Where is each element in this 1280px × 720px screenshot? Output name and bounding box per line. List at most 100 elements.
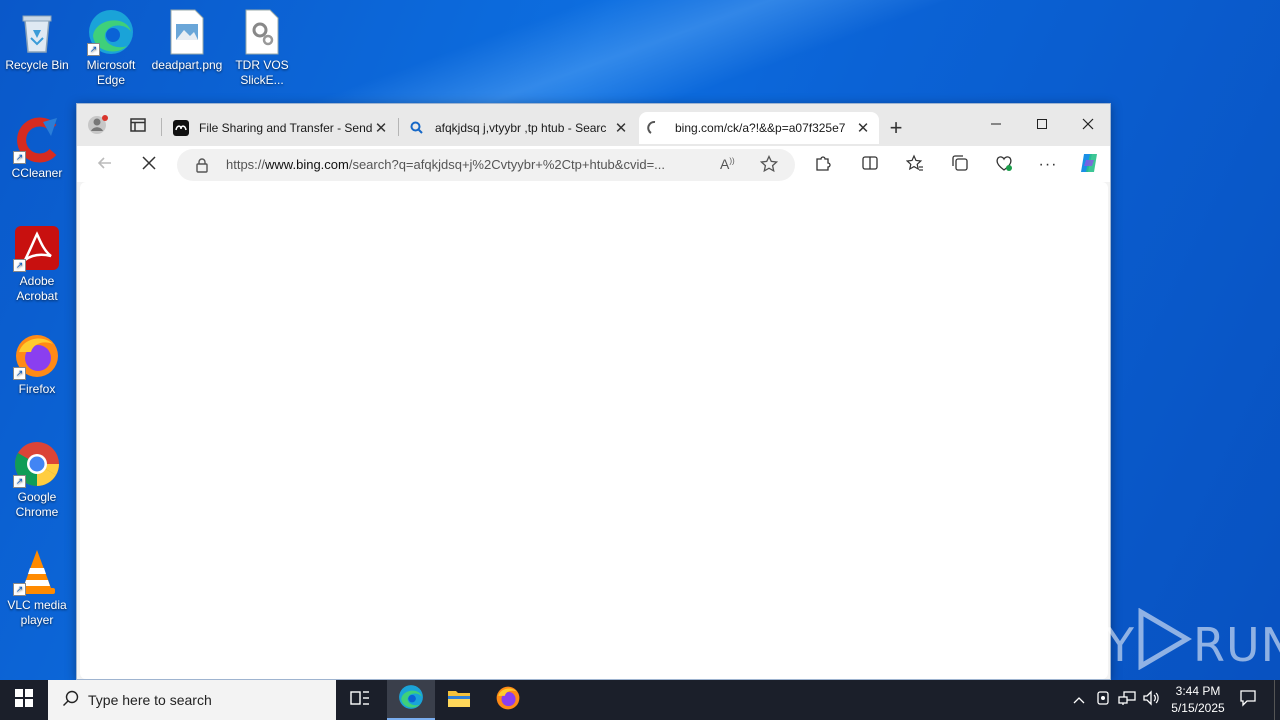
address-bar[interactable]: https://www.bing.com/search?q=afqkjdsq+j… bbox=[177, 149, 795, 181]
image-file-icon bbox=[163, 8, 211, 56]
tab-close-button[interactable]: ✕ bbox=[855, 119, 871, 137]
firefox-icon bbox=[495, 685, 521, 716]
notifications-button[interactable] bbox=[1234, 680, 1262, 720]
firefox-icon: ↗ bbox=[13, 332, 61, 380]
taskbar-edge[interactable] bbox=[387, 680, 435, 720]
tab-title: bing.com/ck/a?!&&p=a07f325e7 bbox=[675, 121, 846, 135]
device-icon bbox=[1096, 690, 1110, 711]
edge-icon: ↗ bbox=[87, 8, 135, 56]
tab-actions-button[interactable] bbox=[123, 112, 153, 142]
desktop-icon-recycle-bin[interactable]: Recycle Bin bbox=[0, 8, 74, 73]
taskbar-clock[interactable]: 3:44 PM 5/15/2025 bbox=[1162, 683, 1234, 717]
watermark-text-right: RUN bbox=[1192, 617, 1280, 672]
tab-bing-search[interactable]: afqkjdsq j,vtyybr ,tp htub - Searc ✕ bbox=[401, 112, 637, 144]
taskbar-file-explorer[interactable] bbox=[435, 680, 483, 720]
tab-title: afqkjdsq j,vtyybr ,tp htub - Searc bbox=[435, 121, 607, 135]
favorites-button[interactable] bbox=[900, 150, 930, 180]
anyrun-watermark: ANY RUN bbox=[1038, 607, 1280, 681]
new-tab-button[interactable]: + bbox=[881, 113, 911, 143]
wetransfer-favicon bbox=[173, 120, 189, 136]
more-dots-icon: ··· bbox=[1038, 156, 1058, 173]
play-triangle-icon bbox=[1135, 607, 1193, 681]
maximize-button[interactable] bbox=[1019, 110, 1065, 140]
tab-actions-icon bbox=[130, 117, 146, 138]
search-icon bbox=[409, 120, 425, 136]
extensions-button[interactable] bbox=[808, 150, 838, 180]
settings-more-button[interactable]: ··· bbox=[1033, 150, 1063, 180]
desktop-icon-adobe-acrobat[interactable]: ↗ Adobe Acrobat bbox=[0, 224, 74, 304]
acrobat-icon: ↗ bbox=[13, 224, 61, 272]
volume-button[interactable] bbox=[1140, 680, 1162, 720]
desktop-icon-google-chrome[interactable]: ↗ Google Chrome bbox=[0, 440, 74, 520]
desktop-icon-label: CCleaner bbox=[11, 166, 63, 180]
heart-pulse-icon bbox=[995, 154, 1013, 177]
profile-icon bbox=[87, 114, 109, 141]
ccleaner-icon: ↗ bbox=[13, 116, 61, 164]
read-aloud-icon[interactable]: A)) bbox=[720, 156, 735, 172]
copilot-button[interactable] bbox=[1074, 150, 1104, 180]
taskbar-search-box[interactable]: Type here to search bbox=[48, 680, 336, 720]
shortcut-arrow-icon: ↗ bbox=[13, 475, 26, 488]
url-path: /search?q=afqkjdsq+j%2Cvtyybr+%2Ctp+htub… bbox=[348, 157, 665, 172]
settings-file-icon bbox=[238, 8, 286, 56]
show-desktop-button[interactable] bbox=[1274, 680, 1280, 720]
tab-bing-ck-active[interactable]: bing.com/ck/a?!&&p=a07f325e7 ✕ bbox=[639, 112, 879, 144]
browser-essentials-button[interactable] bbox=[989, 150, 1019, 180]
desktop-icon-label: deadpart.png bbox=[151, 58, 223, 72]
clock-time: 3:44 PM bbox=[1175, 684, 1221, 698]
taskbar-firefox[interactable] bbox=[484, 680, 532, 720]
edge-browser-window: File Sharing and Transfer - Send L ✕ afq… bbox=[76, 103, 1111, 680]
profile-button[interactable] bbox=[83, 112, 113, 142]
desktop-icon-label: Recycle Bin bbox=[5, 58, 69, 72]
split-screen-button[interactable] bbox=[855, 150, 885, 180]
desktop-icon-vlc[interactable]: ↗ VLC media player bbox=[0, 548, 74, 628]
url-text[interactable]: https://www.bing.com/search?q=afqkjdsq+j… bbox=[226, 157, 706, 172]
tab-close-button[interactable]: ✕ bbox=[373, 119, 389, 137]
desktop-icon-label: Google Chrome bbox=[15, 490, 59, 519]
show-hidden-icons-button[interactable] bbox=[1068, 680, 1090, 720]
task-view-button[interactable] bbox=[336, 680, 384, 720]
desktop-icon-microsoft-edge[interactable]: ↗ Microsoft Edge bbox=[74, 8, 148, 88]
notification-icon bbox=[1239, 689, 1257, 712]
collections-button[interactable] bbox=[945, 150, 975, 180]
tab-close-button[interactable]: ✕ bbox=[613, 119, 629, 137]
desktop-icon-label: VLC media player bbox=[7, 598, 67, 627]
tray-device-icon-button[interactable] bbox=[1092, 680, 1114, 720]
shortcut-arrow-icon: ↗ bbox=[13, 151, 26, 164]
favorite-star-icon[interactable] bbox=[759, 154, 779, 176]
minimize-button[interactable] bbox=[973, 110, 1019, 140]
close-icon bbox=[1082, 117, 1094, 133]
navigation-toolbar: https://www.bing.com/search?q=afqkjdsq+j… bbox=[77, 146, 1110, 182]
clock-date: 5/15/2025 bbox=[1171, 701, 1225, 715]
close-icon bbox=[142, 155, 156, 175]
desktop-icon-ccleaner[interactable]: ↗ CCleaner bbox=[0, 116, 74, 181]
recycle-bin-icon bbox=[13, 8, 61, 56]
desktop-icon-label: Adobe Acrobat bbox=[16, 274, 58, 303]
start-button[interactable] bbox=[0, 680, 48, 720]
copilot-icon bbox=[1078, 152, 1100, 179]
task-view-icon bbox=[350, 689, 370, 712]
page-content-blank[interactable] bbox=[80, 182, 1108, 679]
tab-file-sharing[interactable]: File Sharing and Transfer - Send L ✕ bbox=[165, 112, 397, 144]
back-button[interactable] bbox=[90, 150, 120, 180]
desktop-icon-firefox[interactable]: ↗ Firefox bbox=[0, 332, 74, 397]
shortcut-arrow-icon: ↗ bbox=[87, 43, 100, 56]
stop-loading-button[interactable] bbox=[134, 150, 164, 180]
chrome-icon: ↗ bbox=[13, 440, 61, 488]
split-screen-icon bbox=[861, 154, 879, 177]
edge-icon bbox=[398, 684, 424, 715]
desktop-icon-tdr-vos[interactable]: TDR VOS SlickE... bbox=[225, 8, 299, 88]
windows-logo-icon bbox=[15, 688, 33, 712]
network-button[interactable] bbox=[1115, 680, 1139, 720]
desktop-icon-label: Firefox bbox=[18, 382, 56, 396]
close-window-button[interactable] bbox=[1065, 110, 1111, 140]
tab-separator bbox=[161, 118, 162, 136]
url-prefix: https:// bbox=[226, 157, 266, 172]
puzzle-icon bbox=[814, 154, 832, 177]
desktop-icon-deadpart-png[interactable]: deadpart.png bbox=[150, 8, 224, 73]
lock-icon bbox=[195, 157, 209, 176]
minimize-icon bbox=[990, 117, 1002, 133]
search-placeholder: Type here to search bbox=[88, 692, 212, 708]
vlc-icon: ↗ bbox=[13, 548, 61, 596]
shortcut-arrow-icon: ↗ bbox=[13, 259, 26, 272]
